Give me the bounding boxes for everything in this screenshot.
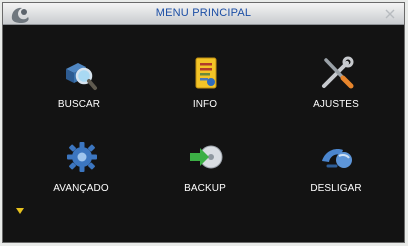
info-icon [195, 57, 217, 89]
menu-item-backup[interactable]: BACKUP [150, 139, 260, 209]
menu-item-avancado[interactable]: AVANÇADO [26, 139, 136, 209]
menu-item-info[interactable]: INFO [150, 55, 260, 125]
menu-label-ajustes: AJUSTES [313, 99, 359, 110]
menu-label-buscar: BUSCAR [57, 99, 101, 110]
backup-icon [190, 145, 223, 169]
menu-grid: BUSCAR INFO AJUSTES AVANÇADO BACKUP DESL… [3, 25, 404, 242]
window-title: MENU PRINCIPAL [155, 7, 252, 19]
search-icon [66, 63, 97, 90]
menu-label-avancado: AVANÇADO [53, 183, 109, 194]
menu-item-ajustes[interactable]: AJUSTES [281, 55, 391, 125]
menu-item-buscar[interactable]: BUSCAR [24, 55, 134, 125]
menu-label-backup: BACKUP [184, 183, 226, 194]
main-menu-window: MENU PRINCIPAL BUSCAR INFO AJUSTES AVANÇ… [2, 2, 405, 243]
tools-icon [322, 56, 354, 89]
gear-icon [67, 142, 97, 172]
menu-item-desligar[interactable]: DESLIGAR [281, 139, 391, 209]
title-bar: MENU PRINCIPAL [3, 3, 404, 25]
close-icon[interactable] [382, 6, 398, 22]
menu-label-desligar: DESLIGAR [310, 183, 362, 194]
shutdown-icon [322, 149, 352, 168]
menu-label-info: INFO [192, 99, 218, 110]
hint-icon [16, 208, 24, 214]
